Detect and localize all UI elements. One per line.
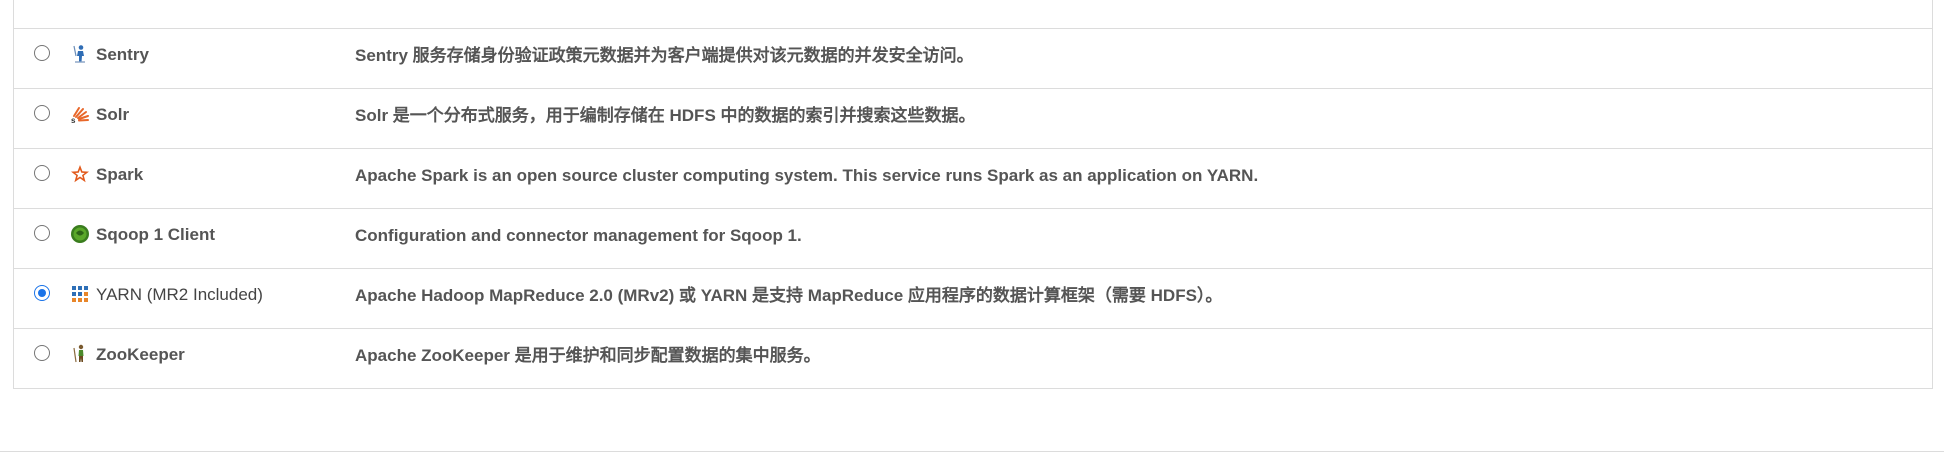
service-name: Sentry xyxy=(96,45,149,64)
service-name-cell: s Solr xyxy=(70,89,355,148)
radio-cell xyxy=(14,269,70,328)
sentry-icon xyxy=(70,44,90,64)
spark-icon xyxy=(70,164,90,184)
radio-cell xyxy=(14,29,70,88)
service-name-cell: Sqoop 1 Client xyxy=(70,209,355,268)
spark-radio[interactable] xyxy=(34,165,50,181)
sqoop-radio[interactable] xyxy=(34,225,50,241)
svg-text:s: s xyxy=(71,116,76,124)
table-row-sentry[interactable]: Sentry Sentry 服务存储身份验证政策元数据并为客户端提供对该元数据的… xyxy=(14,28,1932,88)
table-row-yarn[interactable]: YARN (MR2 Included) Apache Hadoop MapRed… xyxy=(14,268,1932,328)
table-row-spark[interactable]: Spark Apache Spark is an open source clu… xyxy=(14,148,1932,208)
table-row-cutoff xyxy=(14,0,1932,28)
service-description: Sentry 服务存储身份验证政策元数据并为客户端提供对该元数据的并发安全访问。 xyxy=(355,46,974,65)
radio-cell xyxy=(14,209,70,268)
service-description: Apache Spark is an open source cluster c… xyxy=(355,166,1259,185)
service-name: ZooKeeper xyxy=(96,345,185,364)
yarn-icon xyxy=(70,284,90,304)
service-name: Solr xyxy=(96,105,130,124)
sentry-radio[interactable] xyxy=(34,45,50,61)
radio-cell xyxy=(14,89,70,148)
service-description: Apache ZooKeeper 是用于维护和同步配置数据的集中服务。 xyxy=(355,346,821,365)
radio-cell xyxy=(14,329,70,388)
zookeeper-icon xyxy=(70,344,90,364)
service-name: Sqoop 1 Client xyxy=(96,225,215,244)
solr-radio[interactable] xyxy=(34,105,50,121)
radio-cell xyxy=(14,149,70,208)
service-name: YARN (MR2 Included) xyxy=(96,285,263,304)
table-row-solr[interactable]: s Solr Solr 是一个分布式服务，用于编制存储在 HDFS 中的数据的索… xyxy=(14,88,1932,148)
table-row-sqoop[interactable]: Sqoop 1 Client Configuration and connect… xyxy=(14,208,1932,268)
solr-icon: s xyxy=(70,104,90,124)
service-name-cell: Spark xyxy=(70,149,355,208)
zookeeper-radio[interactable] xyxy=(34,345,50,361)
service-name-cell: ZooKeeper xyxy=(70,329,355,388)
sqoop-icon xyxy=(70,224,90,244)
service-description: Solr 是一个分布式服务，用于编制存储在 HDFS 中的数据的索引并搜索这些数… xyxy=(355,106,976,125)
service-description: Configuration and connector management f… xyxy=(355,226,802,245)
service-name-cell: Sentry xyxy=(70,29,355,88)
service-selection-table: Sentry Sentry 服务存储身份验证政策元数据并为客户端提供对该元数据的… xyxy=(13,0,1933,389)
service-name: Spark xyxy=(96,165,144,184)
yarn-radio[interactable] xyxy=(34,285,50,301)
section-divider xyxy=(0,451,1944,452)
service-name-cell: YARN (MR2 Included) xyxy=(70,269,355,328)
table-row-zookeeper[interactable]: ZooKeeper Apache ZooKeeper 是用于维护和同步配置数据的… xyxy=(14,328,1932,388)
service-description: Apache Hadoop MapReduce 2.0 (MRv2) 或 YAR… xyxy=(355,286,1223,305)
